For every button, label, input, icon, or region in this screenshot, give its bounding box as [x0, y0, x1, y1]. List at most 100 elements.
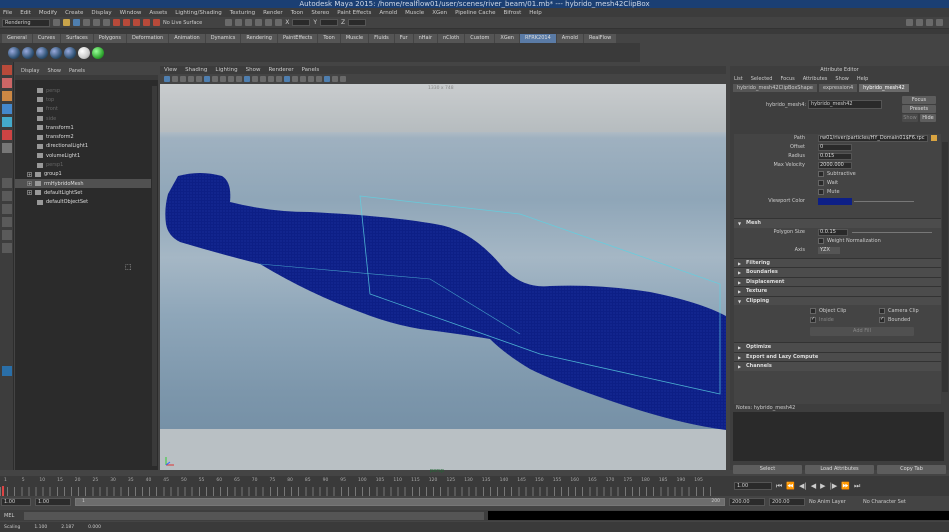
attribute-scroll-area[interactable]: Path rw01/river/particles/HY_Domain01$F6.…	[734, 134, 941, 434]
select-hierarchy-icon[interactable]	[83, 19, 90, 26]
viewport-menu-shading[interactable]: Shading	[185, 67, 207, 73]
outliner-item[interactable]: + rmHybridoMesh	[15, 178, 151, 189]
select-tool-icon[interactable]	[1, 65, 12, 75]
menu-assets[interactable]: Assets	[149, 10, 167, 16]
menu-edit[interactable]: Edit	[20, 10, 31, 16]
menu-lighting-shading[interactable]: Lighting/Shading	[175, 10, 221, 16]
ae-tab-hybrido_mesh42clipboxshape[interactable]: hybrido_mesh42ClipBoxShape	[733, 83, 817, 92]
ambient-occlusion-icon[interactable]	[284, 76, 290, 82]
menu-render[interactable]: Render	[263, 10, 283, 16]
shelf-tab-nhair[interactable]: nHair	[413, 34, 437, 43]
menu-stereo[interactable]: Stereo	[311, 10, 329, 16]
select-component-icon[interactable]	[103, 19, 110, 26]
menu-muscle[interactable]: Muscle	[405, 10, 424, 16]
snap-grid-icon[interactable]	[113, 19, 120, 26]
weight-normalization-checkbox[interactable]	[818, 237, 824, 244]
image-plane-icon[interactable]	[180, 76, 186, 82]
inside-checkbox[interactable]	[810, 316, 816, 323]
object-clip-checkbox[interactable]	[810, 308, 816, 314]
range-slider-bar[interactable]: 1 200	[75, 498, 725, 506]
resolution-gate-icon[interactable]	[204, 76, 210, 82]
paint-select-icon[interactable]	[1, 91, 12, 101]
smooth-shade-icon[interactable]	[252, 76, 258, 82]
shelf-tab-xgen[interactable]: XGen	[495, 34, 519, 43]
menu-display[interactable]: Display	[91, 10, 111, 16]
shelf-tab-dynamics[interactable]: Dynamics	[205, 34, 241, 43]
menu-modify[interactable]: Modify	[39, 10, 57, 16]
ae-menu-show[interactable]: Show	[835, 76, 849, 82]
notes-panel[interactable]: Notes: hybrido_mesh42	[733, 404, 944, 461]
realflow-sim-icon[interactable]	[92, 46, 104, 59]
realflow-wave-icon[interactable]	[64, 46, 76, 59]
menu-help[interactable]: Help	[529, 10, 542, 16]
motion-blur-icon[interactable]	[292, 76, 298, 82]
outliner-item[interactable]: directionalLight1	[15, 142, 151, 151]
hud-icon[interactable]	[340, 76, 346, 82]
outliner-search[interactable]	[15, 75, 158, 80]
start-time-field[interactable]: 1.00	[1, 498, 31, 506]
shelf-tab-muscle[interactable]: Muscle	[340, 34, 369, 43]
play-forward-icon[interactable]: ▶	[820, 482, 825, 490]
menu-arnold[interactable]: Arnold	[379, 10, 397, 16]
outliner-item[interactable]: + group1	[15, 170, 151, 179]
node-name-field[interactable]: hybrido_mesh42	[808, 100, 882, 109]
camera-icon[interactable]	[164, 76, 170, 82]
xray-icon[interactable]	[316, 76, 322, 82]
snap-surface-icon[interactable]	[143, 19, 150, 26]
hypershade-icon[interactable]	[275, 19, 283, 26]
boundaries-section[interactable]: Boundaries	[734, 267, 941, 277]
copy-tab-button[interactable]: Copy Tab	[877, 465, 946, 474]
make-live-icon[interactable]	[153, 19, 160, 26]
history-icon[interactable]	[225, 19, 233, 26]
ae-menu-attributes[interactable]: Attributes	[803, 76, 828, 82]
anim-end-field[interactable]: 200.00	[769, 498, 805, 506]
isolate-icon[interactable]	[308, 76, 314, 82]
channel-box-icon[interactable]	[916, 19, 923, 26]
outliner-item[interactable]: persp	[15, 86, 151, 95]
layout-side-icon[interactable]	[1, 204, 12, 214]
go-to-end-icon[interactable]: ⏭	[854, 482, 860, 491]
select-button[interactable]: Select	[733, 465, 802, 474]
shelf-tab-animation[interactable]: Animation	[169, 34, 205, 43]
render-settings-icon[interactable]	[265, 19, 273, 26]
wireframe-icon[interactable]	[244, 76, 250, 82]
shelf-tab-surfaces[interactable]: Surfaces	[61, 34, 93, 43]
menu-toon[interactable]: Toon	[291, 10, 304, 16]
realflow-cloud-icon[interactable]	[78, 46, 90, 59]
layout-four-icon[interactable]	[1, 191, 12, 201]
anim-layer-dropdown[interactable]: No Anim Layer	[809, 499, 859, 505]
shelf-tab-arnold[interactable]: Arnold	[556, 34, 583, 43]
show-button[interactable]: Show	[902, 114, 918, 122]
wait-checkbox[interactable]	[818, 180, 824, 186]
move-tool-icon[interactable]	[1, 104, 12, 114]
tool-settings-icon[interactable]	[936, 19, 943, 26]
viewport-menu-renderer[interactable]: Renderer	[268, 67, 293, 73]
go-to-start-icon[interactable]: ⏮	[776, 482, 782, 491]
polygon-size-slider[interactable]	[852, 231, 932, 233]
viewport-menu-lighting[interactable]: Lighting	[215, 67, 237, 73]
ae-tab-expression4[interactable]: expression4	[818, 83, 858, 92]
snap-point-icon[interactable]	[133, 19, 140, 26]
offset-field[interactable]: 0	[818, 144, 852, 151]
attribute-scrollbar[interactable]	[942, 142, 948, 392]
current-time-marker[interactable]	[2, 486, 4, 496]
attribute-editor-toggle-icon[interactable]	[926, 19, 933, 26]
menu-file[interactable]: File	[3, 10, 12, 16]
add-fill-button[interactable]: Add Fill	[810, 327, 914, 336]
character-set-dropdown[interactable]: No Character Set	[863, 499, 919, 505]
safe-title-icon[interactable]	[236, 76, 242, 82]
expand-icon[interactable]: +	[27, 190, 32, 196]
viewport-menu-view[interactable]: View	[164, 67, 177, 73]
load-attributes-button[interactable]: Load Attributes	[805, 465, 874, 474]
shelf-tab-fur[interactable]: Fur	[394, 34, 413, 43]
menu-bifrost[interactable]: Bifrost	[503, 10, 521, 16]
mute-checkbox[interactable]	[818, 189, 824, 195]
polygon-size-field[interactable]: 0.0.15	[818, 228, 848, 236]
shelf-tab-custom[interactable]: Custom	[465, 34, 495, 43]
outliner-item[interactable]: transform1	[15, 123, 151, 132]
command-input[interactable]	[24, 511, 484, 520]
ae-menu-help[interactable]: Help	[857, 76, 868, 82]
optimize-section[interactable]: Optimize	[734, 342, 941, 352]
viewport-menu-panels[interactable]: Panels	[302, 67, 320, 73]
range-start-field[interactable]: 1.00	[35, 498, 71, 506]
